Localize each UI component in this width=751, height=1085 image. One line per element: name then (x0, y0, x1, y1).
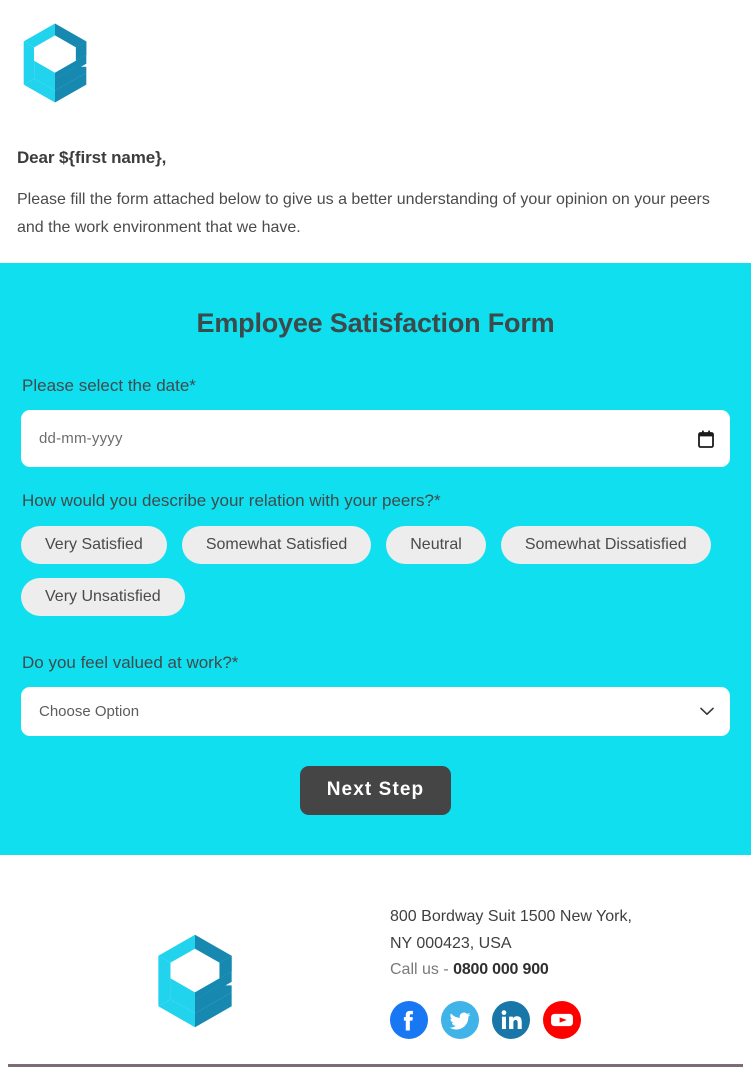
peers-option-very-satisfied[interactable]: Very Satisfied (21, 526, 167, 564)
footer-address-line1: 800 Bordway Suit 1500 New York, (390, 908, 632, 925)
twitter-icon[interactable] (441, 1001, 479, 1039)
date-question-label: Please select the date* (22, 376, 196, 395)
form-title: Employee Satisfaction Form (196, 308, 555, 338)
greeting-text: Dear ${first name}, (17, 148, 167, 167)
footer-contact-info: 800 Bordway Suit 1500 New York, NY 00042… (390, 903, 751, 1039)
facebook-icon[interactable] (390, 1001, 428, 1039)
peers-option-group: Very Satisfied Somewhat Satisfied Neutra… (21, 526, 730, 616)
peers-option-very-unsatisfied[interactable]: Very Unsatisfied (21, 578, 185, 616)
linkedin-icon[interactable] (492, 1001, 530, 1039)
calendar-icon[interactable] (698, 430, 714, 448)
footer-section: 800 Bordway Suit 1500 New York, NY 00042… (0, 855, 751, 1085)
peers-option-somewhat-dissatisfied[interactable]: Somewhat Dissatisfied (500, 526, 711, 564)
next-step-button[interactable]: Next Step (299, 766, 452, 815)
intro-section: Dear ${first name}, Please fill the form… (0, 0, 751, 263)
company-logo-icon (158, 934, 232, 1028)
social-links (390, 1001, 751, 1039)
valued-select-value: Choose Option (39, 703, 140, 720)
company-logo-icon (23, 23, 87, 103)
footer-logo-column (0, 903, 390, 1029)
peers-option-somewhat-satisfied[interactable]: Somewhat Satisfied (181, 526, 372, 564)
date-input[interactable]: dd-mm-yyyy (21, 410, 730, 467)
email-page: Dear ${first name}, Please fill the form… (0, 0, 751, 1085)
youtube-icon[interactable] (543, 1001, 581, 1039)
footer-phone-number: 0800 000 900 (453, 961, 549, 978)
peers-option-neutral[interactable]: Neutral (386, 526, 486, 564)
chevron-down-icon[interactable] (700, 707, 714, 716)
peers-question-label: How would you describe your relation wit… (22, 491, 441, 510)
intro-body-text: Please fill the form attached below to g… (17, 191, 710, 236)
date-input-placeholder: dd-mm-yyyy (39, 430, 123, 447)
bottom-divider (8, 1064, 743, 1067)
footer-call-prefix: Call us - (390, 961, 454, 978)
valued-select[interactable]: Choose Option (21, 687, 730, 736)
footer-call-line: Call us - 0800 000 900 (390, 961, 751, 979)
footer-address: 800 Bordway Suit 1500 New York, NY 00042… (390, 903, 751, 957)
footer-address-line2: NY 000423, USA (390, 935, 512, 952)
submit-row: Next Step (21, 766, 730, 815)
form-panel: Employee Satisfaction Form Please select… (0, 263, 751, 855)
valued-question-label: Do you feel valued at work?* (22, 653, 239, 672)
